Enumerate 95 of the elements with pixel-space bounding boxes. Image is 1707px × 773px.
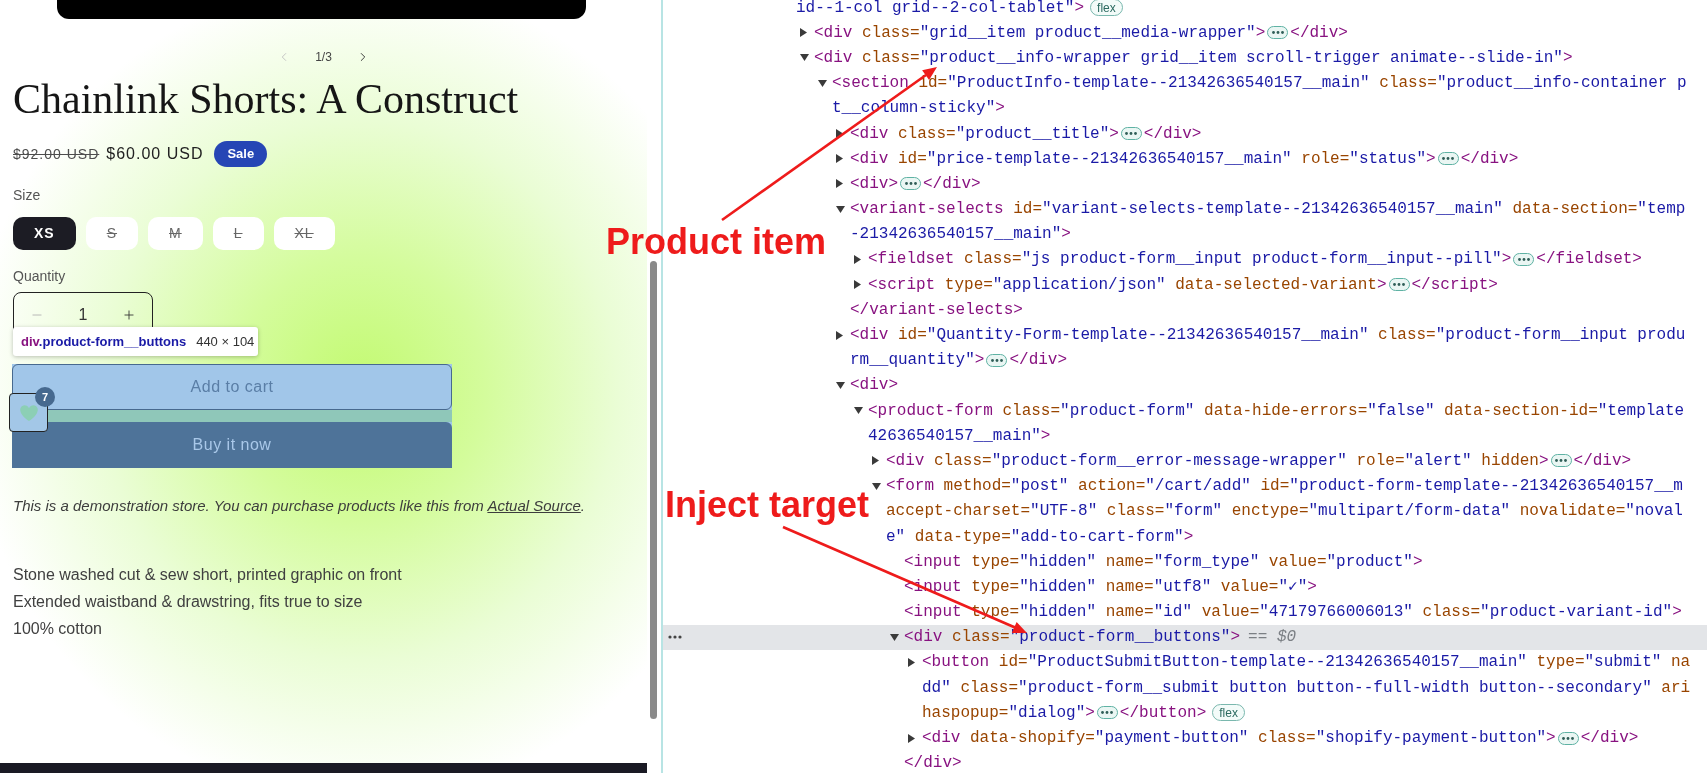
closing-tag[interactable]: </div>	[923, 171, 981, 196]
annotation-label: Inject target	[665, 487, 870, 523]
element-size: 440 × 104	[196, 332, 255, 351]
flex-badge[interactable]: flex	[1090, 0, 1123, 17]
html-code[interactable]: <div class="grid__item product__media-wrapper">	[814, 20, 1266, 45]
html-code[interactable]: <div id="price-template--21342636540157__main" role="status">	[850, 146, 1436, 171]
size-option[interactable]: M	[148, 217, 203, 250]
html-code[interactable]: <div>	[850, 373, 898, 398]
closing-tag[interactable]: </div>	[1573, 448, 1632, 473]
html-code[interactable]: <fieldset class="js product-form__input product-form__input--pill">	[868, 247, 1512, 272]
caret-right-icon[interactable]	[908, 657, 915, 667]
description-line: 100% cotton	[13, 619, 102, 639]
sale-price: $60.00 USD	[106, 144, 204, 164]
caret-right-icon[interactable]	[908, 733, 915, 743]
closing-tag[interactable]: </variant-selects>	[850, 297, 1023, 322]
regular-price: $92.00 USD	[13, 144, 100, 164]
caret-right-icon[interactable]	[872, 456, 879, 466]
caret-right-icon[interactable]	[836, 154, 843, 164]
flex-badge[interactable]: flex	[1212, 704, 1245, 722]
html-code[interactable]: e" data-type="add-to-cart-form">	[886, 524, 1194, 549]
description-line: Extended waistband & drawstring, fits true to size	[13, 592, 363, 612]
source-link[interactable]: Actual Source	[487, 497, 581, 514]
html-code[interactable]: <button id="ProductSubmitButton-template--21342636540157__main" type="submit" na	[922, 650, 1691, 675]
caret-right-icon[interactable]	[854, 254, 861, 264]
ellipsis-icon[interactable]	[986, 353, 1008, 367]
ellipsis-icon[interactable]	[1437, 152, 1459, 166]
html-code[interactable]: <div>	[850, 171, 898, 196]
html-code[interactable]: rm__quantity">	[850, 348, 985, 373]
size-label: Size	[13, 186, 41, 205]
heart-icon	[19, 404, 38, 421]
plus-icon	[122, 308, 136, 322]
ellipsis-icon[interactable]	[900, 177, 921, 191]
caret-down-icon[interactable]	[836, 381, 845, 389]
ellipsis-icon[interactable]	[1267, 26, 1289, 40]
closing-tag[interactable]: </div>	[904, 751, 962, 773]
caret-down-icon[interactable]	[818, 79, 827, 87]
size-option[interactable]: XS	[13, 217, 76, 250]
description-line: Stone washed cut & sew short, printed graphic on front	[13, 565, 402, 585]
closing-tag[interactable]: </div>	[1460, 146, 1519, 171]
closing-tag[interactable]: </script>	[1411, 272, 1498, 297]
closing-tag[interactable]: </fieldset>	[1536, 247, 1642, 272]
html-code[interactable]: <section id="ProductInfo-template--21342636540157__main" class="product__info-container p	[832, 71, 1687, 96]
caret-right-icon[interactable]	[836, 330, 843, 340]
quantity-input[interactable]: 1	[78, 303, 88, 327]
html-code[interactable]: <div data-shopify="payment-button" class="shopify-payment-button">	[922, 726, 1556, 751]
size-option[interactable]: XL	[273, 217, 335, 250]
dots-icon[interactable]	[668, 635, 682, 640]
html-code[interactable]: 42636540157__main">	[868, 423, 1051, 448]
caret-down-icon[interactable]	[836, 205, 845, 213]
closing-tag[interactable]: </div>	[1009, 348, 1068, 373]
selected-node-marker: == $0	[1248, 627, 1297, 649]
closing-tag[interactable]: </div>	[1143, 121, 1202, 146]
html-code[interactable]: dd" class="product-form__submit button button--full-width button--secondary" ari	[922, 675, 1691, 700]
html-code[interactable]: accept-charset="UTF-8" class="form" enctype="multipart/form-data" novalidate="noval	[886, 499, 1683, 524]
caret-right-icon[interactable]	[800, 28, 807, 38]
slide-counter: 1/3	[315, 49, 332, 66]
html-code[interactable]: <input type="hidden" name="form_type" value="product">	[904, 549, 1423, 574]
caret-down-icon[interactable]	[854, 407, 863, 415]
closing-tag[interactable]: </div>	[1290, 20, 1348, 45]
product-title: Chainlink Shorts: A Construct	[13, 75, 519, 123]
caret-right-icon[interactable]	[836, 179, 843, 189]
html-code[interactable]: <div id="Quantity-Form-template--21342636540157__main" class="product-form__input produ	[850, 323, 1686, 348]
html-code[interactable]: <script type="application/json" data-selected-variant>	[868, 272, 1387, 297]
html-code[interactable]: <form method="post" action="/cart/add" id="product-form-template--21342636540157__m	[886, 474, 1683, 499]
quantity-label: Quantity	[13, 267, 66, 286]
html-code[interactable]: <div class="product-form__error-message-wrapper" role="alert" hidden>	[886, 448, 1549, 473]
caret-down-icon[interactable]	[800, 54, 809, 62]
html-code[interactable]: <div class="product__info-wrapper grid__item scroll-trigger animate--slide-in">	[814, 45, 1573, 70]
size-option[interactable]: S	[85, 217, 139, 250]
caret-right-icon[interactable]	[854, 280, 861, 290]
closing-tag[interactable]: </div>	[1580, 726, 1639, 751]
ellipsis-icon[interactable]	[1513, 252, 1535, 266]
wishlist-button[interactable]	[9, 393, 48, 432]
closing-tag[interactable]: </button>	[1119, 700, 1207, 725]
demo-note: This is a demonstration store. You can purchase products like this from Actual Source.	[13, 496, 585, 516]
sale-badge: Sale	[214, 141, 268, 167]
html-code[interactable]: <variant-selects id="variant-selects-template--21342636540157__main" data-section="temp	[850, 197, 1686, 222]
ellipsis-icon[interactable]	[1550, 454, 1572, 468]
html-code[interactable]: haspopup="dialog">	[922, 700, 1095, 725]
html-code[interactable]: <div class="product__title">	[850, 121, 1119, 146]
ellipsis-icon[interactable]	[1096, 706, 1118, 720]
html-code[interactable]: <div class="product-form__buttons">	[904, 625, 1241, 650]
scrollbar-thumb[interactable]	[650, 261, 657, 719]
ellipsis-icon[interactable]	[1120, 127, 1142, 141]
caret-down-icon[interactable]	[872, 482, 881, 490]
selected-row[interactable]: <div class="product-form__buttons"> == $0	[663, 624, 1707, 650]
html-code[interactable]: <product-form class="product-form" data-hide-errors="false" data-section-id="template	[868, 398, 1685, 423]
size-option[interactable]: L	[212, 217, 264, 250]
html-code[interactable]: id--1-col grid--2-col-tablet">	[796, 0, 1085, 20]
html-code[interactable]: -21342636540157__main">	[850, 222, 1071, 247]
ellipsis-icon[interactable]	[1388, 278, 1410, 292]
caret-down-icon[interactable]	[890, 633, 899, 641]
annotation-label: Product item	[606, 224, 827, 260]
caret-right-icon[interactable]	[836, 129, 843, 139]
ellipsis-icon[interactable]	[1557, 731, 1579, 745]
